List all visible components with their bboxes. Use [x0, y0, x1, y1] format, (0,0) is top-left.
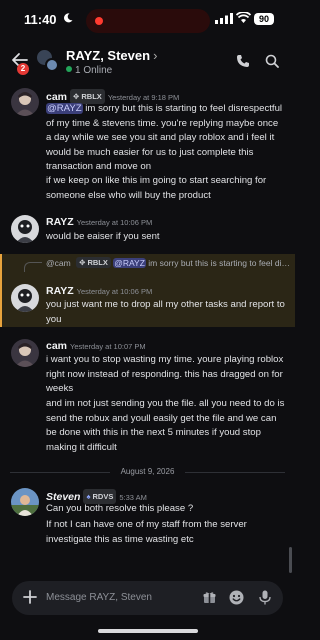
mention: @RAYZ: [113, 258, 146, 268]
call-icon[interactable]: [236, 54, 250, 68]
date-divider: August 9, 2026: [10, 467, 285, 477]
unread-badge: 2: [17, 63, 29, 75]
status-time: 11:40: [24, 12, 57, 27]
battery-indicator: 90: [254, 13, 274, 25]
server-tag-label: RBLX: [81, 92, 102, 101]
message-text: and im not just sending you the file. al…: [46, 398, 285, 453]
mention[interactable]: @RAYZ: [46, 103, 83, 114]
author-name[interactable]: cam: [46, 340, 67, 352]
server-tag-label: RBLX: [87, 258, 108, 267]
message-text: i want you to stop wasting my time. your…: [46, 354, 284, 394]
highlight-bar: [0, 254, 2, 327]
record-icon: [95, 17, 103, 25]
recording-indicator[interactable]: [86, 9, 210, 33]
avatar[interactable]: [11, 339, 39, 367]
home-indicator: [98, 629, 198, 633]
message-text: would be eaiser if you sent: [46, 231, 160, 242]
message-composer[interactable]: Message RAYZ, Steven: [12, 581, 283, 615]
avatar[interactable]: [11, 284, 39, 312]
message-text: you just want me to drop all my other ta…: [46, 299, 285, 325]
avatar[interactable]: [11, 215, 39, 243]
divider-line: [185, 472, 285, 473]
moon-icon: [64, 13, 73, 23]
message-text: @RAYZ im sorry but this is starting to f…: [46, 102, 286, 175]
server-tag: ✥ RBLX: [76, 257, 111, 268]
plus-icon[interactable]: [23, 590, 37, 604]
timestamp: Yesterday at 10:07 PM: [70, 342, 146, 351]
message-header: RAYZ Yesterday at 10:06 PM: [46, 216, 152, 229]
reply-text: im sorry but this is starting to feel di…: [148, 258, 291, 268]
avatar[interactable]: [11, 488, 39, 516]
message-text: Can you both resolve this please ?: [46, 503, 194, 514]
message-text: if we keep on like this im going to star…: [46, 175, 267, 201]
chat-header: 2 RAYZ, Steven › 1 Online: [0, 42, 295, 82]
timestamp: Yesterday at 10:06 PM: [76, 287, 153, 296]
signal-icon: [215, 13, 233, 24]
message-header: RAYZ Yesterday at 10:06 PM: [46, 285, 152, 298]
online-count: 1 Online: [75, 65, 113, 76]
author-name[interactable]: RAYZ: [46, 285, 74, 297]
status-bar: 11:40 90: [0, 0, 295, 42]
avatar[interactable]: [11, 88, 39, 116]
mic-icon[interactable]: [259, 590, 271, 605]
scrollbar[interactable]: [289, 547, 292, 573]
online-dot-icon: [66, 66, 72, 73]
message-text: If not I can have one of my staff from t…: [46, 519, 247, 545]
author-name[interactable]: RAYZ: [46, 216, 74, 228]
message-header: cam Yesterday at 10:07 PM: [46, 340, 146, 353]
server-tag-label: RDVS: [92, 492, 114, 501]
online-status: 1 Online: [66, 65, 112, 76]
timestamp: Yesterday at 10:06 PM: [76, 218, 153, 227]
wifi-icon: [236, 12, 251, 23]
channel-title[interactable]: RAYZ, Steven ›: [66, 48, 157, 63]
gift-icon[interactable]: [203, 591, 216, 604]
reply-author: @cam: [46, 258, 71, 268]
timestamp: Yesterday at 9:18 PM: [107, 93, 180, 102]
timestamp: 5:33 AM: [119, 493, 147, 502]
search-icon[interactable]: [265, 54, 279, 68]
reply-connector: [24, 262, 42, 272]
chevron-right-icon: ›: [153, 48, 158, 63]
group-avatar[interactable]: [37, 50, 59, 72]
message-input[interactable]: Message RAYZ, Steven: [46, 592, 152, 603]
emoji-icon[interactable]: [229, 590, 244, 605]
channel-name: RAYZ, Steven: [66, 48, 151, 63]
reply-preview[interactable]: @cam ✥ RBLX @RAYZ im sorry but this is s…: [46, 257, 291, 268]
avatar: [45, 58, 59, 72]
